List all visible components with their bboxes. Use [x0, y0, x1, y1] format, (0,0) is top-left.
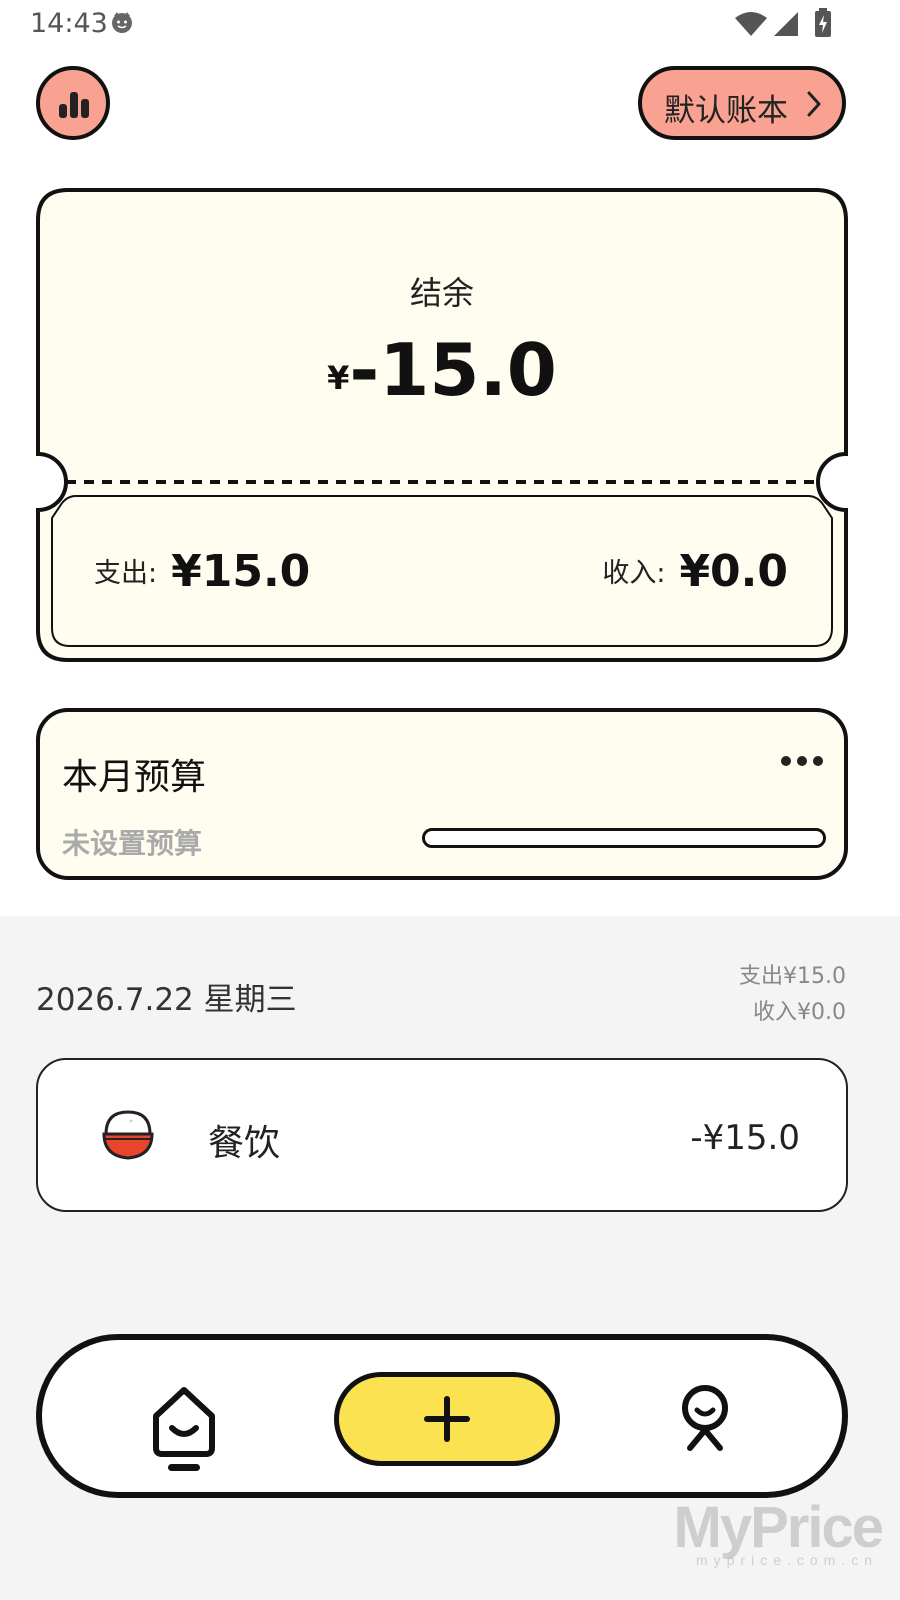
income-value: ¥0.0 [679, 546, 788, 597]
day-date: 2026.7.22 星期三 [36, 982, 297, 1018]
budget-card[interactable]: 本月预算 未设置预算 [36, 708, 848, 880]
plus-icon [424, 1396, 470, 1442]
status-time: 14:43 [30, 8, 108, 39]
battery-charging-icon [815, 8, 831, 37]
balance-card: 结余 ¥-15.0 支出: ¥15.0 收入: ¥0.0 [36, 188, 848, 662]
income-total: 收入: ¥0.0 [602, 546, 788, 597]
balance-amount: -15.0 [349, 328, 557, 412]
app-screen: 14:43 默认账本 结余 ¥-15.0 支出: ¥15.0 收入: ¥0.0 … [0, 0, 900, 1600]
bar-chart-icon [59, 92, 89, 118]
balance-amount-group: ¥-15.0 [36, 328, 848, 412]
day-income-summary: 收入¥0.0 [753, 1000, 846, 1025]
ledger-selector-button[interactable]: 默认账本 [638, 66, 846, 140]
expense-label: 支出: [94, 558, 158, 589]
rice-bowl-icon [102, 1110, 154, 1160]
watermark-sub: myprice.com.cn [695, 1552, 878, 1568]
expense-value: ¥15.0 [171, 546, 311, 597]
notification-face-icon [112, 12, 132, 33]
record-row[interactable]: 餐饮 -¥15.0 [36, 1058, 848, 1212]
bottom-nav [36, 1334, 848, 1498]
add-record-button[interactable] [334, 1372, 560, 1466]
record-amount: -¥15.0 [690, 1118, 800, 1158]
ledger-label: 默认账本 [664, 93, 788, 129]
status-bar: 14:43 [0, 0, 900, 48]
watermark: MyPrice [673, 1495, 884, 1560]
home-icon[interactable] [148, 1382, 220, 1472]
record-category: 餐饮 [208, 1123, 281, 1164]
status-right-icons [734, 8, 844, 40]
expense-total: 支出: ¥15.0 [94, 546, 310, 597]
wifi-icon [735, 12, 767, 36]
budget-title: 本月预算 [62, 757, 207, 798]
budget-status: 未设置预算 [62, 827, 203, 860]
chevron-right-icon [807, 91, 821, 117]
signal-icon [774, 12, 798, 36]
day-expense-summary: 支出¥15.0 [739, 964, 846, 989]
stats-button[interactable] [36, 66, 110, 140]
more-dots-icon[interactable] [780, 752, 824, 770]
profile-icon[interactable] [676, 1384, 734, 1454]
budget-progress-bar [422, 828, 826, 848]
balance-title: 结余 [409, 274, 474, 312]
balance-currency-symbol: ¥ [327, 359, 350, 397]
income-label: 收入: [602, 558, 666, 589]
